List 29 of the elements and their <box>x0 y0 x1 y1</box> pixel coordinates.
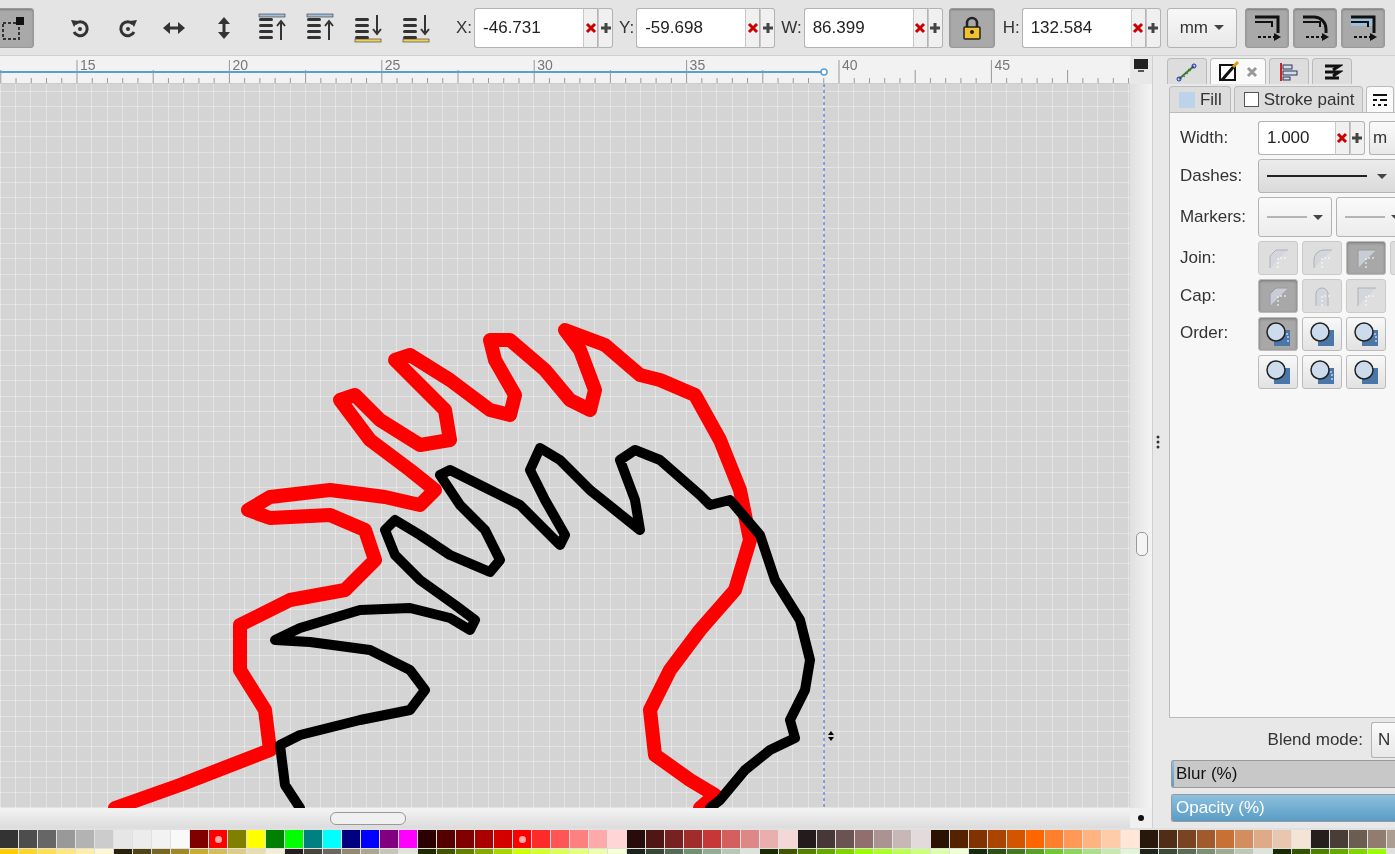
ruler-label: 40 <box>842 57 858 73</box>
width-label: Width: <box>1179 128 1230 148</box>
field-label: X: <box>456 17 473 38</box>
order-label: Order: <box>1179 323 1230 343</box>
markers-label: Markers: <box>1179 207 1248 227</box>
panel-tab[interactable]: Fill <box>1168 86 1231 112</box>
field-label: Y: <box>619 17 635 38</box>
unit-dropdown[interactable]: mm <box>1166 7 1237 48</box>
number-field[interactable]: 132.584 <box>1021 7 1131 48</box>
cap-label: Cap: <box>1179 286 1217 306</box>
ruler-label: 25 <box>384 57 401 73</box>
blend-mode-label: Blend mode: <box>1267 730 1363 750</box>
ruler-label: 20 <box>232 57 248 73</box>
stroke-width-field[interactable]: 1.000 <box>1257 121 1335 155</box>
ruler-label: 35 <box>689 57 706 73</box>
join-label: Join: <box>1179 248 1217 268</box>
blend-mode-dropdown[interactable]: N <box>1371 722 1395 758</box>
unit-dropdown[interactable]: m <box>1368 121 1395 155</box>
field-label: W: <box>781 17 802 38</box>
ruler-label: 30 <box>537 57 553 73</box>
ruler-label: 45 <box>994 57 1010 73</box>
dashes-label: Dashes: <box>1179 166 1244 186</box>
number-field[interactable]: -59.698 <box>636 7 746 48</box>
panel-tab[interactable]: Stroke paint <box>1233 86 1364 112</box>
blur-slider[interactable]: Blur (%) <box>1170 760 1395 788</box>
field-label: H: <box>1002 17 1020 38</box>
number-field[interactable]: -46.731 <box>474 7 584 48</box>
ruler-label: 15 <box>80 57 96 73</box>
number-field[interactable]: 86.399 <box>803 7 913 48</box>
